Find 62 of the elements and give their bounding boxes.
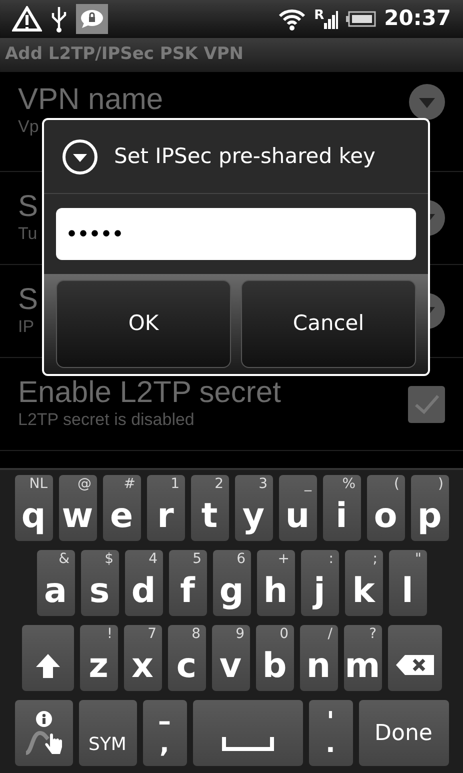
- key[interactable]: ( o: [366, 475, 404, 541]
- info-icon: [36, 711, 52, 727]
- key[interactable]: % i: [322, 475, 360, 541]
- input-method-key[interactable]: [14, 700, 72, 766]
- screen-title: Add L2TP/IPSec PSK VPN: [5, 43, 244, 66]
- backspace-key[interactable]: [388, 625, 442, 691]
- key[interactable]: NL q: [14, 475, 52, 541]
- key[interactable]: & a: [36, 550, 74, 616]
- punctuation-key[interactable]: ' .: [308, 700, 352, 766]
- password-field[interactable]: •••••: [56, 208, 416, 260]
- key[interactable]: $ s: [80, 550, 118, 616]
- key[interactable]: 6 g: [212, 550, 250, 616]
- setting-summary: IP: [18, 316, 34, 338]
- key[interactable]: 3 y: [234, 475, 272, 541]
- key[interactable]: " l: [388, 550, 426, 616]
- key[interactable]: ; k: [344, 550, 382, 616]
- chat-notification-icon: [76, 4, 108, 34]
- key[interactable]: 8 c: [168, 625, 206, 691]
- wifi-icon: [278, 7, 306, 31]
- dialog-button[interactable]: Cancel: [241, 280, 416, 368]
- setting-summary: L2TP secret is disabled: [18, 409, 194, 431]
- shift-key[interactable]: [22, 625, 74, 691]
- key[interactable]: ) p: [410, 475, 448, 541]
- dialog-button[interactable]: OK: [56, 280, 231, 368]
- key[interactable]: 1 r: [146, 475, 184, 541]
- key[interactable]: 4 d: [124, 550, 162, 616]
- setting-title: S: [18, 191, 38, 223]
- done-key[interactable]: Done: [358, 700, 448, 766]
- check-icon: [414, 393, 440, 415]
- key[interactable]: 9 v: [212, 625, 250, 691]
- key[interactable]: @ w: [58, 475, 96, 541]
- key[interactable]: + h: [256, 550, 294, 616]
- key[interactable]: ? m: [344, 625, 382, 691]
- setting-title: S: [18, 284, 38, 316]
- key[interactable]: 0 b: [256, 625, 294, 691]
- space-key[interactable]: [192, 700, 302, 766]
- key[interactable]: : j: [300, 550, 338, 616]
- checkbox[interactable]: [408, 386, 445, 422]
- arrow-up-icon: [34, 652, 60, 680]
- key[interactable]: 2 t: [190, 475, 228, 541]
- dialog-title: Set IPSec pre-shared key: [114, 142, 376, 170]
- key[interactable]: / n: [300, 625, 338, 691]
- dropdown-icon: [62, 138, 98, 174]
- setting-summary: Vp: [18, 116, 39, 138]
- key[interactable]: _ u: [278, 475, 316, 541]
- key[interactable]: 5 f: [168, 550, 206, 616]
- key[interactable]: 7 x: [124, 625, 162, 691]
- key[interactable]: # e: [102, 475, 140, 541]
- symbols-key[interactable]: SYM: [78, 700, 136, 766]
- usb-icon: [50, 5, 68, 33]
- setting-title: Enable L2TP secret: [18, 377, 281, 409]
- key[interactable]: ! z: [80, 625, 118, 691]
- clock: 20:37: [384, 5, 451, 32]
- warning-icon: [12, 6, 42, 32]
- setting-title: VPN name: [18, 84, 164, 116]
- punctuation-key[interactable]: – ,: [142, 700, 186, 766]
- battery-icon: [346, 11, 376, 27]
- space-icon: [222, 737, 274, 751]
- setting-summary: Tu: [18, 223, 38, 245]
- backspace-icon: [394, 654, 434, 676]
- roaming-indicator: R: [314, 9, 324, 22]
- signal-icon: [324, 9, 338, 29]
